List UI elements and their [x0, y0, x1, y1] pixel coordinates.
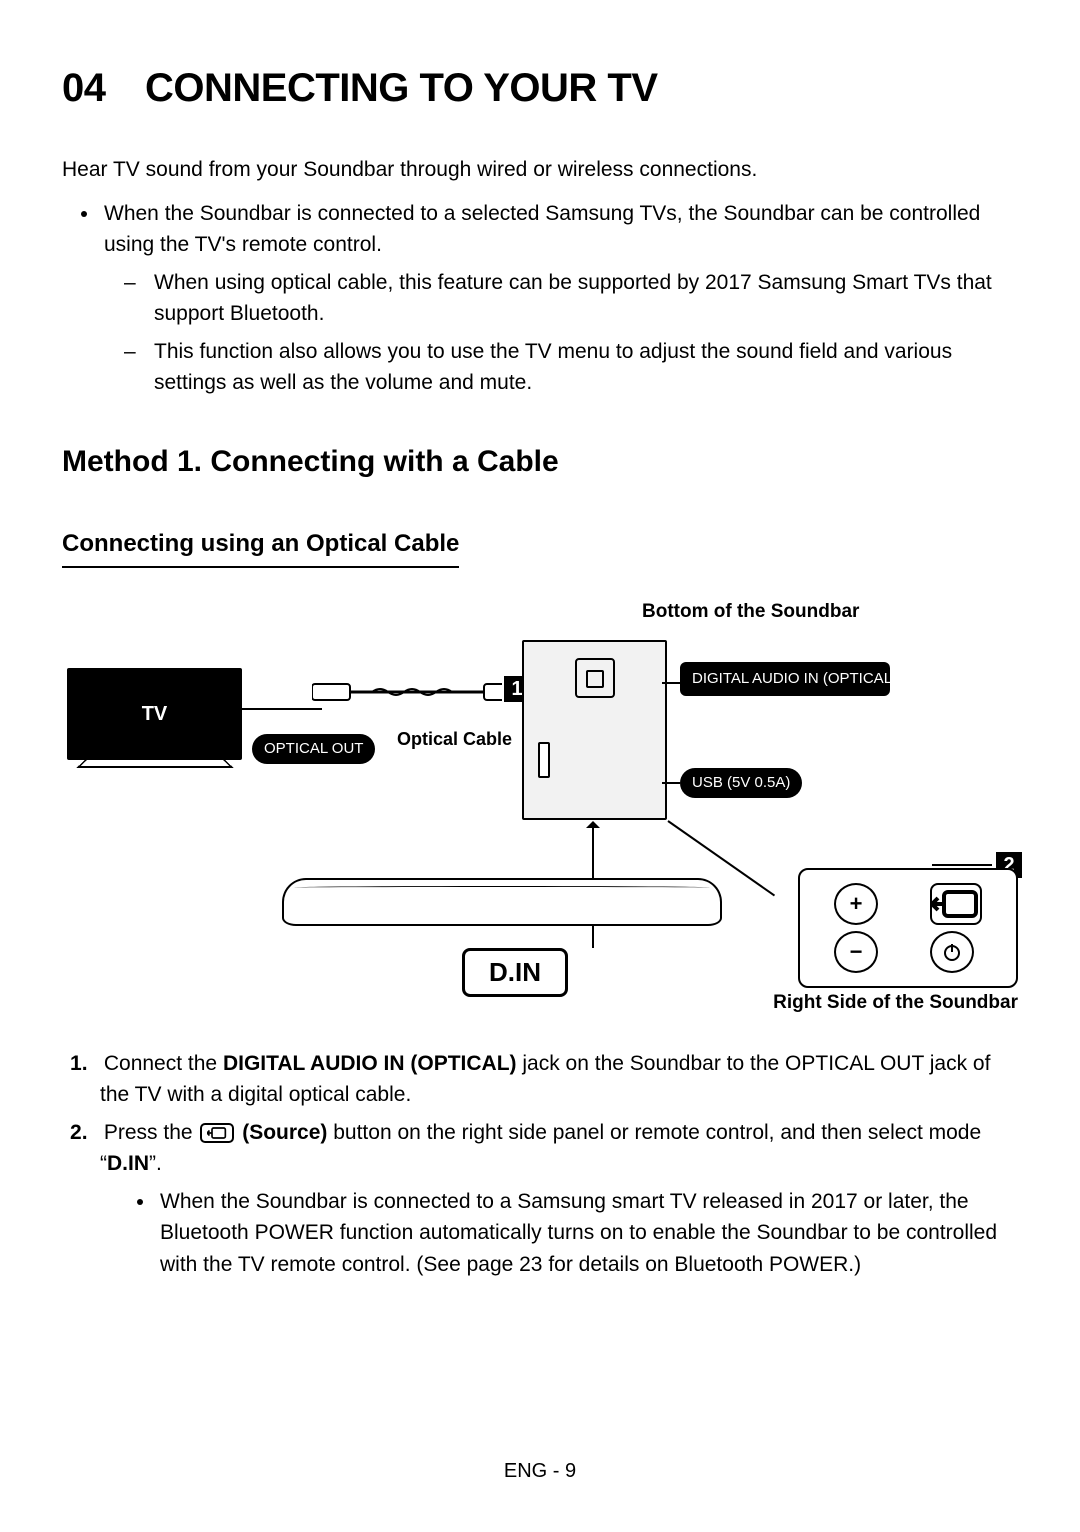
- optical-cable-label: Optical Cable: [397, 726, 512, 753]
- digital-audio-in-label: DIGITAL AUDIO IN (OPTICAL): [680, 662, 890, 696]
- source-icon: [200, 1123, 234, 1143]
- optical-port-icon: [575, 658, 615, 698]
- optical-cable-icon: [312, 668, 522, 716]
- intro-text: Hear TV sound from your Soundbar through…: [62, 154, 1018, 186]
- usb-label: USB (5V 0.5A): [680, 768, 802, 799]
- usb-port-icon: [538, 742, 550, 778]
- tv-label: TV: [67, 668, 242, 760]
- soundbar-ports-icon: [522, 640, 667, 820]
- intro-bullet-list: When the Soundbar is connected to a sele…: [100, 198, 1018, 399]
- intro-sub-1: When using optical cable, this feature c…: [124, 267, 1018, 330]
- sub-heading: Connecting using an Optical Cable: [62, 526, 459, 568]
- line-icon: [662, 782, 680, 784]
- arrow-icon: [592, 822, 594, 878]
- line-icon: [662, 682, 680, 684]
- step-2-bold: (Source): [236, 1121, 327, 1144]
- step-2: Press the (Source) button on the right s…: [70, 1117, 1018, 1281]
- step-2-din: D.IN: [107, 1152, 149, 1175]
- step-1-bold: DIGITAL AUDIO IN (OPTICAL): [223, 1052, 517, 1075]
- soundbar-controls-icon: + −: [798, 868, 1018, 988]
- diagram-top-label: Bottom of the Soundbar: [642, 598, 859, 627]
- steps-list: Connect the DIGITAL AUDIO IN (OPTICAL) j…: [70, 1048, 1018, 1281]
- step-2-post: ”.: [149, 1152, 162, 1175]
- line-icon: [592, 926, 594, 948]
- step-2-pre: Press the: [104, 1121, 199, 1144]
- source-button-icon: [930, 883, 982, 925]
- intro-sublist: When using optical cable, this feature c…: [124, 267, 1018, 399]
- intro-bullet-1: When the Soundbar is connected to a sele…: [100, 198, 1018, 399]
- power-icon: [930, 931, 974, 973]
- intro-bullet-1-text: When the Soundbar is connected to a sele…: [104, 202, 980, 257]
- optical-out-label: OPTICAL OUT: [252, 734, 375, 765]
- method-heading: Method 1. Connecting with a Cable: [62, 439, 1018, 484]
- tv-stand-icon: [76, 760, 234, 768]
- line-icon: [932, 864, 992, 866]
- din-display-label: D.IN: [462, 948, 568, 997]
- line-icon: [242, 708, 322, 710]
- volume-up-icon: +: [834, 883, 878, 925]
- page-title: 04 CONNECTING TO YOUR TV: [62, 58, 1018, 118]
- step-1-pre: Connect the: [104, 1052, 223, 1075]
- soundbar-body-icon: [282, 878, 722, 926]
- step-1: Connect the DIGITAL AUDIO IN (OPTICAL) j…: [70, 1048, 1018, 1111]
- diagram-bottom-label: Right Side of the Soundbar: [773, 989, 1018, 1018]
- intro-sub-2: This function also allows you to use the…: [124, 336, 1018, 399]
- connection-diagram: Bottom of the Soundbar TV OPTICAL OUT Op…: [62, 598, 1018, 1018]
- volume-down-icon: −: [834, 931, 878, 973]
- step-2-bullet: When the Soundbar is connected to a Sams…: [156, 1186, 1018, 1281]
- tv-icon: TV: [67, 668, 242, 778]
- page-footer: ENG - 9: [0, 1456, 1080, 1486]
- step-2-sublist: When the Soundbar is connected to a Sams…: [156, 1186, 1018, 1281]
